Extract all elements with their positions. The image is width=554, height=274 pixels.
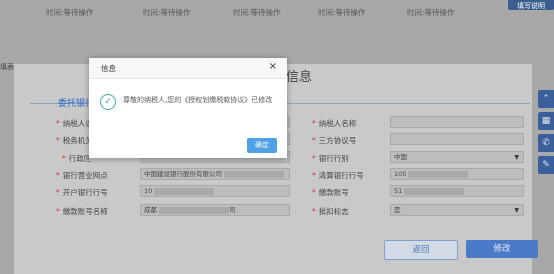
phone-icon[interactable]: ✆ bbox=[538, 134, 554, 152]
dialog-header: 信息 × bbox=[89, 58, 287, 79]
clearing-bank-field[interactable]: 105 bbox=[390, 168, 524, 180]
agreement-number-label: * 三方协议号 bbox=[312, 136, 357, 145]
chevron-down-icon: ▼ bbox=[514, 154, 519, 161]
page-title: 信息 bbox=[286, 70, 313, 85]
side-toolbar: ⌃ ▦ ✆ ✎ bbox=[538, 90, 554, 178]
account-number-field[interactable]: 51 bbox=[390, 185, 524, 197]
status-text: 时间:等待操作 bbox=[143, 8, 191, 17]
modify-button[interactable]: 修改 bbox=[466, 240, 538, 258]
status-text: 时间:等待操作 bbox=[318, 8, 366, 17]
message-dialog: 信息 × ✓ 尊敬的纳税人,您的《授权划缴税款协议》已修改 确定 bbox=[89, 58, 287, 158]
status-text: 时间:等待操作 bbox=[407, 8, 455, 17]
district-label: * 行政区 bbox=[62, 154, 92, 163]
success-check-icon: ✓ bbox=[100, 94, 116, 110]
agreement-number-field[interactable] bbox=[390, 133, 524, 145]
dialog-title: 信息 bbox=[101, 64, 116, 73]
dialog-message: 尊敬的纳税人,您的《授权划缴税款协议》已修改 bbox=[123, 96, 273, 104]
fill-instructions-button[interactable]: 填写说明 bbox=[508, 0, 554, 10]
status-text: 时间:等待操作 bbox=[46, 8, 94, 17]
account-name-field[interactable]: 成都司 bbox=[140, 204, 290, 216]
taxpayer-name-label: * 纳税人名称 bbox=[312, 119, 357, 128]
bank-type-select[interactable]: 中国 ▼ bbox=[390, 151, 524, 163]
return-button[interactable]: 返回 bbox=[384, 240, 458, 260]
bank-code-field[interactable]: 10 bbox=[140, 185, 290, 197]
taxpayer-name-field[interactable] bbox=[390, 116, 524, 128]
taxpayer-id-label: * 纳税人识 bbox=[56, 119, 93, 128]
status-text: 时间:等待操作 bbox=[233, 8, 281, 17]
bank-code-label: * 开户银行行号 bbox=[56, 188, 108, 197]
batch-flag-label: * 批扣标志 bbox=[312, 207, 349, 216]
batch-flag-select[interactable]: 是 ▼ bbox=[390, 204, 524, 216]
bank-branch-field[interactable]: 中国建设银行股份有限公司 bbox=[140, 168, 290, 180]
status-row: 时间:等待操作 时间:等待操作 时间:等待操作 时间:等待操作 时间:等待操作 bbox=[0, 0, 554, 24]
account-name-label: * 缴款账号名称 bbox=[56, 207, 108, 216]
qr-icon[interactable]: ▦ bbox=[538, 112, 554, 130]
account-number-label: * 缴款账号 bbox=[312, 188, 349, 197]
edit-icon[interactable]: ✎ bbox=[538, 156, 554, 174]
bank-branch-label: * 银行营业网点 bbox=[56, 171, 108, 180]
chevron-down-icon: ▼ bbox=[514, 207, 519, 214]
bank-type-label: * 银行行别 bbox=[312, 154, 349, 163]
tax-authority-label: * 税务机关 bbox=[56, 136, 93, 145]
clearing-bank-label: * 清算银行行号 bbox=[312, 171, 364, 180]
ok-button[interactable]: 确定 bbox=[247, 138, 277, 153]
close-icon[interactable]: × bbox=[269, 61, 277, 72]
side-label: 填表 bbox=[0, 63, 14, 71]
chevron-up-icon[interactable]: ⌃ bbox=[538, 90, 554, 108]
